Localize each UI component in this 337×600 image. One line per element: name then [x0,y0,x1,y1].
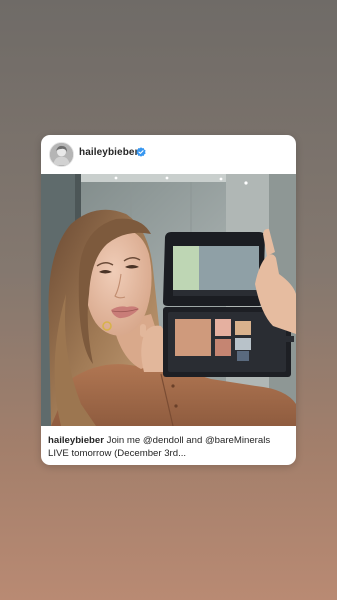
caption-username[interactable]: haileybieber [48,435,104,446]
post-photo-illustration [41,174,296,426]
shared-post-card[interactable]: haileybieber haileybieber Join me @dendo… [41,135,296,465]
post-caption[interactable]: haileybieber Join me @dendoll and @bareM… [48,434,290,460]
avatar[interactable] [49,142,74,167]
post-header: haileybieber [41,135,296,174]
post-photo[interactable] [41,174,296,426]
avatar-image [50,143,73,166]
verified-badge-icon [136,147,146,157]
post-username[interactable]: haileybieber [79,147,139,158]
